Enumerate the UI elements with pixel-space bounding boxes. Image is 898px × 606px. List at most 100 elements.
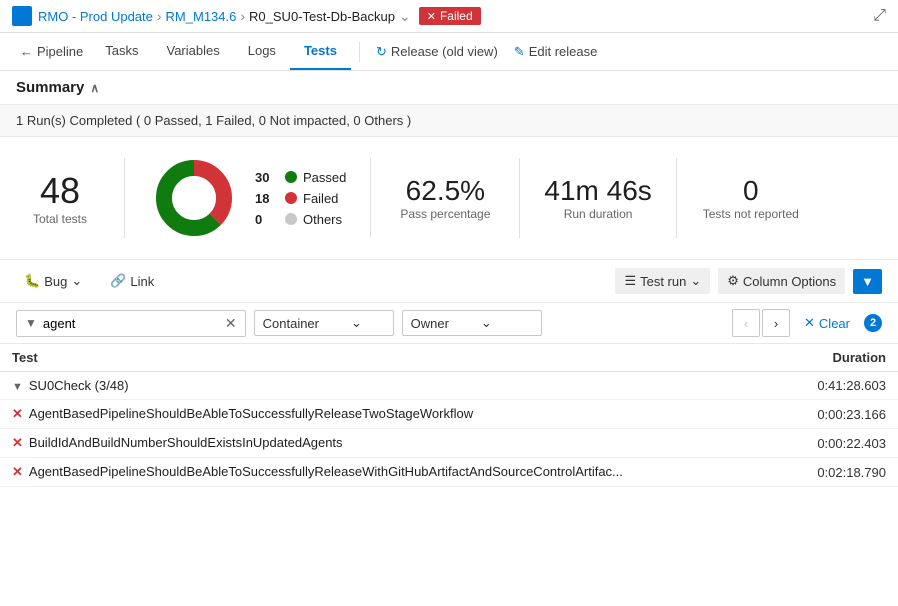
owner-dropdown[interactable]: Owner ⌄ [402, 310, 542, 336]
test-case-name[interactable]: AgentBasedPipelineShouldBeAbleToSuccessf… [29, 406, 473, 421]
bug-dropdown-icon: ⌄ [71, 273, 82, 289]
legend-failed: 18 Failed [255, 191, 346, 206]
donut-chart [149, 153, 239, 243]
test-case-name[interactable]: BuildIdAndBuildNumberShouldExistsInUpdat… [29, 435, 343, 450]
passed-count: 30 [255, 170, 279, 185]
table-row: ▼SU0Check (3/48)0:41:28.603 [0, 372, 898, 400]
breadcrumb: RMO - Prod Update › RM_M134.6 › R0_SU0-T… [38, 7, 481, 25]
table-row: ✕BuildIdAndBuildNumberShouldExistsInUpda… [0, 429, 898, 458]
table-row: ✕ AgentBasedPipelineShouldBeAbleToSuccess… [0, 400, 898, 429]
tab-logs[interactable]: Logs [234, 33, 290, 70]
summary-title: Summary [16, 79, 84, 96]
filter-active-button[interactable]: ▼ [853, 269, 882, 294]
expand-button[interactable]: ⤢ [873, 7, 886, 25]
divider-2 [370, 158, 371, 238]
breadcrumb-dropdown-icon[interactable]: ⌄ [399, 8, 411, 25]
test-run-button[interactable]: ☰ Test run ⌄ [615, 268, 710, 294]
failed-dot [285, 192, 297, 204]
test-run-icon: ☰ [624, 273, 636, 289]
total-tests-block: 48 Total tests [20, 170, 100, 226]
breadcrumb-item-r0[interactable]: R0_SU0-Test-Db-Backup [249, 9, 395, 24]
edit-release-label: Edit release [529, 44, 598, 59]
header: RMO - Prod Update › RM_M134.6 › R0_SU0-T… [0, 0, 898, 33]
back-pipeline[interactable]: ← Pipeline [12, 34, 91, 69]
col-duration-header: Duration [784, 344, 898, 372]
nav-tabs: ← Pipeline Tasks Variables Logs Tests ↻ … [0, 33, 898, 71]
column-options-label: Column Options [743, 274, 836, 289]
prev-page-button[interactable]: ‹ [732, 309, 760, 337]
refresh-icon: ↻ [376, 44, 387, 60]
old-view-link[interactable]: ↻ Release (old view) [368, 34, 506, 70]
status-badge: Failed [419, 7, 481, 25]
run-info-bar: 1 Run(s) Completed ( 0 Passed, 1 Failed,… [0, 104, 898, 137]
divider-1 [124, 158, 125, 238]
column-options-icon: ⚙ [727, 273, 739, 289]
toolbar-right: ☰ Test run ⌄ ⚙ Column Options ▼ [615, 268, 882, 294]
test-fail-icon: ✕ [12, 406, 23, 421]
pass-pct-value: 62.5% [395, 175, 495, 207]
test-name-cell: ▼ SU0Check (3/48) [0, 372, 784, 400]
duration-value: 41m 46s [544, 175, 651, 207]
legend-passed: 30 Passed [255, 170, 346, 185]
tab-tasks[interactable]: Tasks [91, 33, 152, 70]
bug-button[interactable]: 🐛 Bug ⌄ [16, 269, 90, 293]
owner-label: Owner [411, 316, 449, 331]
summary-chevron: ∧ [90, 81, 99, 95]
container-dropdown[interactable]: Container ⌄ [254, 310, 394, 336]
not-reported-block: 0 Tests not reported [701, 175, 801, 221]
back-icon: ← [20, 44, 33, 59]
breadcrumb-sep-1: › [157, 8, 162, 24]
tab-tests[interactable]: Tests [290, 33, 351, 70]
failed-label: Failed [303, 191, 338, 206]
test-name-cell: ✕ AgentBasedPipelineShouldBeAbleToSuccess… [0, 400, 784, 429]
search-input[interactable] [43, 316, 219, 331]
group-name[interactable]: SU0Check (3/48) [29, 378, 129, 393]
total-tests-label: Total tests [20, 212, 100, 226]
failed-count: 18 [255, 191, 279, 206]
duration-block: 41m 46s Run duration [544, 175, 651, 221]
edit-icon: ✎ [514, 44, 525, 60]
next-page-button[interactable]: › [762, 309, 790, 337]
search-filter-wrap: ▼ ✕ [16, 310, 246, 337]
tab-variables[interactable]: Variables [153, 33, 234, 70]
test-name-cell: ✕BuildIdAndBuildNumberShouldExistsInUpda… [0, 429, 784, 458]
filter-count-badge: 2 [864, 314, 882, 332]
summary-header[interactable]: Summary ∧ [16, 79, 882, 96]
breadcrumb-item-rmo[interactable]: RMO - Prod Update [38, 9, 153, 24]
clear-search-icon[interactable]: ✕ [225, 315, 237, 332]
summary-section: Summary ∧ [0, 71, 898, 104]
others-dot [285, 213, 297, 225]
header-actions: ⤢ [873, 7, 886, 25]
test-run-dropdown-icon: ⌄ [690, 273, 701, 289]
run-info-text: 1 Run(s) Completed ( 0 Passed, 1 Failed,… [16, 113, 411, 128]
expand-arrow[interactable]: ▼ [12, 381, 23, 393]
clear-filters-button[interactable]: ✕ Clear [798, 311, 856, 335]
test-name-cell: ✕AgentBasedPipelineShouldBeAbleToSuccess… [0, 458, 784, 487]
link-icon: 🔗 [110, 273, 126, 289]
toolbar: 🐛 Bug ⌄ 🔗 Link ☰ Test run ⌄ ⚙ Column Opt… [0, 260, 898, 303]
old-view-label: Release (old view) [391, 44, 498, 59]
column-options-button[interactable]: ⚙ Column Options [718, 268, 845, 294]
filter-icon: ▼ [861, 274, 874, 289]
test-table-wrap: Test Duration ▼SU0Check (3/48)0:41:28.60… [0, 344, 898, 487]
nav-divider [359, 42, 360, 62]
not-reported-label: Tests not reported [701, 207, 801, 221]
bug-icon: 🐛 [24, 273, 40, 289]
chart-legend: 30 Passed 18 Failed 0 Others [255, 170, 346, 227]
total-tests-count: 48 [20, 170, 100, 212]
not-reported-value: 0 [701, 175, 801, 207]
pagination-arrows: ‹ › [732, 309, 790, 337]
test-duration-cell: 0:00:23.166 [784, 400, 898, 429]
test-case-name[interactable]: AgentBasedPipelineShouldBeAbleToSuccessf… [29, 464, 623, 479]
edit-release-link[interactable]: ✎ Edit release [506, 34, 606, 70]
back-label: Pipeline [37, 44, 83, 59]
test-table: Test Duration ▼SU0Check (3/48)0:41:28.60… [0, 344, 898, 487]
azure-devops-logo [12, 6, 32, 26]
pass-pct-block: 62.5% Pass percentage [395, 175, 495, 221]
link-button[interactable]: 🔗 Link [102, 269, 162, 293]
link-label: Link [130, 274, 154, 289]
breadcrumb-item-rm[interactable]: RM_M134.6 [166, 9, 237, 24]
legend-others: 0 Others [255, 212, 346, 227]
stats-area: 48 Total tests 30 Passed 18 [0, 137, 898, 260]
search-filter-icon: ▼ [25, 316, 37, 330]
